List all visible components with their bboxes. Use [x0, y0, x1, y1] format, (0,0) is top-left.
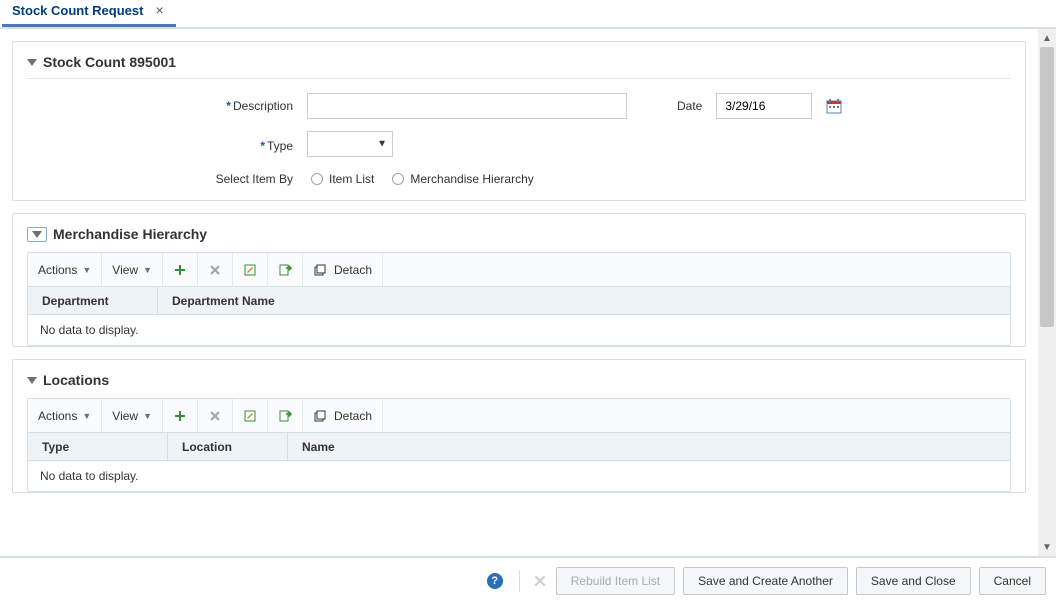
scroll-up-icon[interactable]: ▲	[1038, 29, 1056, 47]
add-button[interactable]	[163, 253, 198, 286]
toolbar: Actions ▼ View ▼	[28, 253, 1010, 287]
chevron-down-icon: ▼	[82, 265, 91, 275]
panel-locations: Locations Actions ▼ View ▼	[12, 359, 1026, 493]
actions-menu[interactable]: Actions ▼	[28, 399, 102, 432]
panel-header: Locations	[27, 372, 1011, 388]
plus-icon	[173, 263, 187, 277]
pencil-icon	[243, 409, 257, 423]
date-input[interactable]	[716, 93, 812, 119]
footer-bar: ? Rebuild Item List Save and Create Anot…	[0, 557, 1056, 603]
save-and-create-another-button[interactable]: Save and Create Another	[683, 567, 848, 595]
label-date: Date	[677, 99, 702, 113]
table-header: Department Department Name	[28, 287, 1010, 315]
description-input[interactable]	[307, 93, 627, 119]
pencil-icon	[243, 263, 257, 277]
tab-label: Stock Count Request	[12, 3, 143, 18]
radio-item-list[interactable]: Item List	[311, 172, 374, 186]
collapse-icon-box[interactable]	[27, 227, 47, 242]
required-asterisk: *	[226, 99, 231, 113]
plus-icon	[173, 409, 187, 423]
add-button[interactable]	[163, 399, 198, 432]
form-grid: *Description Date *Type	[27, 93, 1011, 186]
export-button[interactable]	[268, 253, 303, 286]
chevron-down-icon: ▼	[82, 411, 91, 421]
delete-icon[interactable]	[532, 573, 548, 589]
table-body-empty: No data to display.	[28, 315, 1010, 345]
calendar-icon[interactable]	[826, 98, 842, 114]
panel-title: Locations	[43, 372, 109, 388]
col-location[interactable]: Location	[168, 433, 288, 460]
required-asterisk: *	[260, 139, 265, 153]
col-name[interactable]: Name	[288, 433, 488, 460]
merch-table-panel: Actions ▼ View ▼	[27, 252, 1011, 346]
panel-merch-hierarchy: Merchandise Hierarchy Actions ▼ View ▼	[12, 213, 1026, 347]
content-inner: Stock Count 895001 *Description Date	[0, 29, 1038, 556]
description-cell	[307, 93, 637, 119]
view-menu[interactable]: View ▼	[102, 399, 163, 432]
scroll-down-icon[interactable]: ▼	[1038, 538, 1056, 556]
collapse-icon[interactable]	[27, 59, 37, 66]
radio-label: Merchandise Hierarchy	[410, 172, 533, 186]
view-menu[interactable]: View ▼	[102, 253, 163, 286]
panel-stock-count: Stock Count 895001 *Description Date	[12, 41, 1026, 201]
col-department[interactable]: Department	[28, 287, 158, 314]
help-icon[interactable]: ?	[487, 573, 503, 589]
x-icon	[208, 409, 222, 423]
rebuild-item-list-button[interactable]: Rebuild Item List	[556, 567, 675, 595]
select-by-radios: Item List Merchandise Hierarchy	[307, 172, 1011, 186]
tab-stock-count-request[interactable]: Stock Count Request ×	[2, 0, 176, 27]
detach-button[interactable]: Detach	[303, 253, 383, 286]
actions-menu[interactable]: Actions ▼	[28, 253, 102, 286]
export-button[interactable]	[268, 399, 303, 432]
panel-header: Stock Count 895001	[27, 54, 1011, 70]
export-icon	[278, 409, 292, 423]
type-cell: ▼	[307, 131, 637, 160]
cancel-button[interactable]: Cancel	[979, 567, 1046, 595]
label-type: *Type	[27, 139, 307, 153]
label-description: *Description	[27, 99, 307, 113]
date-cell: Date	[637, 93, 1011, 119]
delete-button[interactable]	[198, 253, 233, 286]
locations-table-panel: Actions ▼ View ▼	[27, 398, 1011, 492]
type-select-wrap: ▼	[307, 131, 393, 157]
collapse-icon	[32, 231, 42, 238]
detach-icon	[313, 263, 327, 277]
save-and-close-button[interactable]: Save and Close	[856, 567, 971, 595]
chevron-down-icon: ▼	[143, 265, 152, 275]
detach-button[interactable]: Detach	[303, 399, 383, 432]
table-header: Type Location Name	[28, 433, 1010, 461]
panel-title: Stock Count 895001	[43, 54, 176, 70]
panel-title: Merchandise Hierarchy	[53, 226, 207, 242]
type-select[interactable]	[307, 131, 393, 157]
radio-icon	[311, 173, 323, 185]
col-type[interactable]: Type	[28, 433, 168, 460]
radio-icon	[392, 173, 404, 185]
edit-button[interactable]	[233, 399, 268, 432]
radio-label: Item List	[329, 172, 374, 186]
col-department-name[interactable]: Department Name	[158, 287, 358, 314]
radio-merch-hierarchy[interactable]: Merchandise Hierarchy	[392, 172, 533, 186]
toolbar: Actions ▼ View ▼	[28, 399, 1010, 433]
divider	[27, 78, 1011, 79]
export-icon	[278, 263, 292, 277]
x-icon	[208, 263, 222, 277]
vertical-scrollbar[interactable]: ▲ ▼	[1038, 29, 1056, 556]
tab-bar: Stock Count Request ×	[0, 0, 1056, 28]
close-icon[interactable]: ×	[155, 2, 163, 18]
detach-icon	[313, 409, 327, 423]
delete-button[interactable]	[198, 399, 233, 432]
label-select-by: Select Item By	[27, 172, 307, 186]
collapse-icon[interactable]	[27, 377, 37, 384]
content-area: Stock Count 895001 *Description Date	[0, 28, 1056, 557]
table-body-empty: No data to display.	[28, 461, 1010, 491]
separator	[519, 570, 520, 592]
edit-button[interactable]	[233, 253, 268, 286]
panel-header: Merchandise Hierarchy	[27, 226, 1011, 242]
scroll-thumb[interactable]	[1040, 47, 1054, 327]
radio-group: Item List Merchandise Hierarchy	[311, 172, 534, 186]
chevron-down-icon: ▼	[143, 411, 152, 421]
